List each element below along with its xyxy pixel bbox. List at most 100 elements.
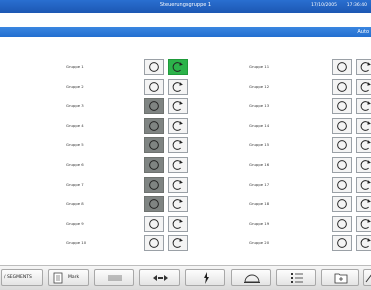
mark-button-label: Mark [68,275,80,280]
group-action-button[interactable] [356,98,371,114]
group-state-button[interactable] [144,235,164,251]
circle-icon [149,101,159,111]
group-label: Gruppe 13 [249,103,270,108]
group-label: Gruppe 10 [66,240,87,245]
group-action-button[interactable] [168,59,188,75]
group-action-button[interactable] [356,137,371,153]
folder-button[interactable] [321,269,359,286]
group-state-button[interactable] [144,137,164,153]
rotate-arrow-icon [360,238,371,248]
group-action-button[interactable] [168,196,188,212]
pen-icon [365,274,371,283]
move-button[interactable] [139,269,180,286]
group-action-button[interactable] [356,118,371,134]
rotate-arrow-icon [172,101,183,111]
rotate-arrow-icon [360,199,371,209]
move-arrows-icon [153,275,168,281]
group-state-button[interactable] [144,196,164,212]
group-state-button[interactable] [144,79,164,95]
group-action-button[interactable] [356,177,371,193]
circle-icon [337,160,347,170]
spacer-bar [0,13,371,27]
edit-button[interactable] [363,269,371,286]
power-button[interactable] [185,269,225,286]
rotate-arrow-icon [360,140,371,150]
rotate-arrow-icon [360,180,371,190]
circle-icon [149,62,159,72]
back-button-label: / SEGMENTS [4,275,32,280]
group-action-button[interactable] [168,177,188,193]
rotate-arrow-icon [172,140,183,150]
group-state-button[interactable] [332,59,352,75]
group-action-button[interactable] [356,157,371,173]
group-action-button[interactable] [168,79,188,95]
circle-icon [337,101,347,111]
back-button[interactable]: / SEGMENTS [1,269,43,286]
group-state-button[interactable] [332,137,352,153]
group-action-button[interactable] [356,196,371,212]
rotate-arrow-icon [360,62,371,72]
rotate-arrow-icon [172,238,183,248]
group-label: Gruppe 15 [249,142,270,147]
circle-icon [337,62,347,72]
group-label: Gruppe 17 [249,182,270,187]
group-action-button[interactable] [356,79,371,95]
group-label: Gruppe 16 [249,162,270,167]
group-state-button[interactable] [144,177,164,193]
mark-button[interactable]: Mark [48,269,89,286]
rotate-arrow-icon [360,219,371,229]
circle-icon [149,180,159,190]
group-action-button[interactable] [168,98,188,114]
circle-icon [337,140,347,150]
rotate-arrow-icon [172,199,183,209]
group-state-button[interactable] [144,59,164,75]
group-state-button[interactable] [332,98,352,114]
list-icon [291,273,303,283]
document-icon [53,272,63,284]
group-state-button[interactable] [332,235,352,251]
circle-icon [149,160,159,170]
group-action-button[interactable] [168,118,188,134]
circle-icon [337,199,347,209]
mode-label: Auto [357,29,369,35]
rotate-arrow-icon [172,121,183,131]
group-label: Gruppe 18 [249,201,270,206]
group-label: Gruppe 4 [66,123,84,128]
circle-icon [149,219,159,229]
group-action-button[interactable] [168,157,188,173]
group-label: Gruppe 19 [249,221,270,226]
circle-icon [337,180,347,190]
group-label: Gruppe 7 [66,182,84,187]
group-state-button[interactable] [332,118,352,134]
group-state-button[interactable] [332,196,352,212]
group-state-button[interactable] [332,79,352,95]
circle-icon [149,199,159,209]
circle-icon [337,82,347,92]
dome-icon [244,274,260,283]
group-action-button[interactable] [168,137,188,153]
group-state-button[interactable] [144,118,164,134]
group-state-button[interactable] [144,216,164,232]
group-state-button[interactable] [332,157,352,173]
lines-button[interactable] [94,269,134,286]
circle-icon [337,121,347,131]
lines-icon [108,275,122,281]
group-action-button[interactable] [356,216,371,232]
group-state-button[interactable] [332,177,352,193]
group-label: Gruppe 8 [66,201,84,206]
group-state-button[interactable] [332,216,352,232]
group-action-button[interactable] [168,235,188,251]
rotate-arrow-icon [172,82,183,92]
title-bar: Steuerungsgruppe 1 17/10/2005 17:36:40 [0,0,371,13]
group-action-button[interactable] [168,216,188,232]
group-state-button[interactable] [144,98,164,114]
rotate-arrow-icon [360,82,371,92]
rotate-arrow-icon [172,62,183,72]
home-button[interactable] [231,269,271,286]
list-button[interactable] [276,269,316,286]
rotate-arrow-icon [360,121,371,131]
group-action-button[interactable] [356,235,371,251]
group-action-button[interactable] [356,59,371,75]
group-label: Gruppe 2 [66,84,84,89]
group-state-button[interactable] [144,157,164,173]
